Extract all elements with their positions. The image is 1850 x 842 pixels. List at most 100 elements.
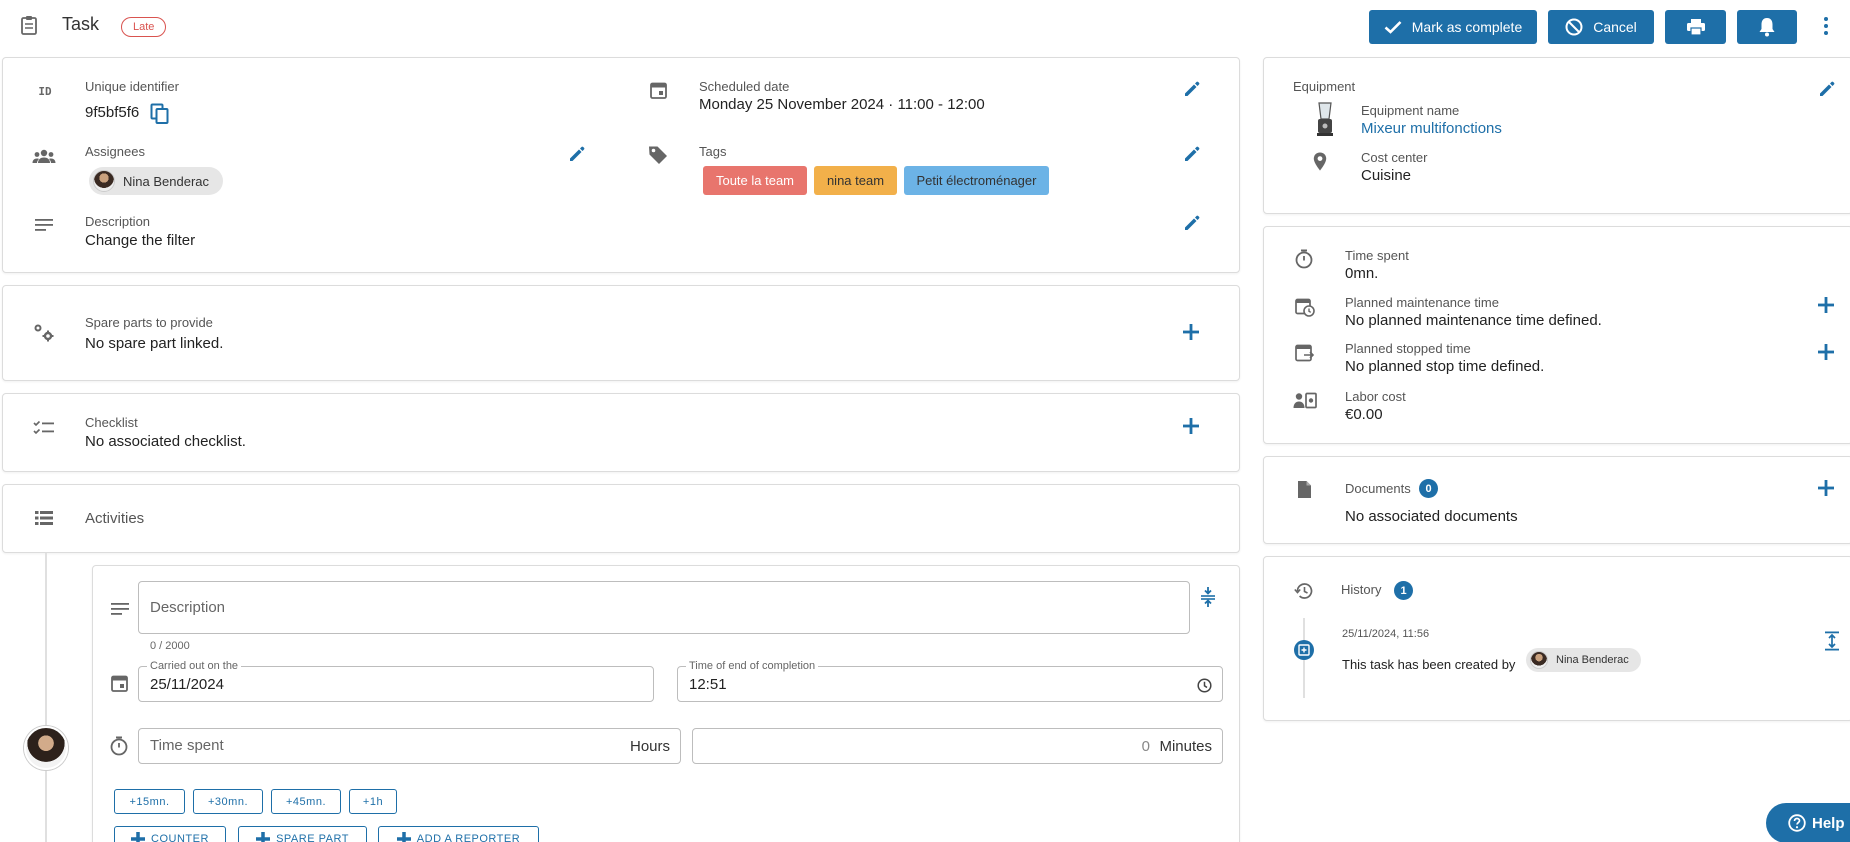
documents-label: Documents <box>1345 481 1411 496</box>
tag-icon <box>647 144 669 166</box>
clock-icon[interactable] <box>1196 677 1212 693</box>
minutes-suffix: Minutes <box>1159 738 1212 755</box>
notifications-button[interactable] <box>1737 10 1797 44</box>
add-spare-part-activity-button[interactable]: SPARE PART <box>238 826 367 842</box>
edit-scheduled-date-button[interactable] <box>1181 78 1203 100</box>
labor-cost-value: €0.00 <box>1345 406 1383 423</box>
edit-assignees-button[interactable] <box>566 143 588 165</box>
add-planned-maintenance-button[interactable] <box>1815 294 1837 316</box>
cancel-button[interactable]: Cancel <box>1548 10 1654 44</box>
history-user-chip[interactable]: Nina Benderac <box>1526 648 1641 672</box>
activity-description-input[interactable]: Description <box>138 581 1190 634</box>
assignee-chip[interactable]: Nina Benderac <box>89 167 223 195</box>
documents-value: No associated documents <box>1345 508 1518 525</box>
add-spare-part-button[interactable] <box>1180 321 1202 343</box>
history-entry-text: This task has been created by <box>1342 657 1516 672</box>
add-document-button[interactable] <box>1815 477 1837 499</box>
spare-parts-card <box>2 285 1240 381</box>
spare-parts-value: No spare part linked. <box>85 335 224 352</box>
avatar <box>24 726 68 770</box>
add-counter-button[interactable]: COUNTER <box>114 826 226 842</box>
add-reporter-button[interactable]: ADD A REPORTER <box>378 826 539 842</box>
end-time-legend: Time of end of completion <box>686 660 819 672</box>
end-time-input[interactable]: Time of end of completion 12:51 <box>677 660 1223 702</box>
labor-cost-icon <box>1292 390 1318 410</box>
unique-id-label: Unique identifier <box>85 79 179 94</box>
cost-center-value: Cuisine <box>1361 167 1412 184</box>
plus-icon <box>396 831 411 842</box>
calendar-icon <box>648 80 668 100</box>
plus-icon <box>131 831 146 842</box>
collapse-icon[interactable] <box>1198 585 1218 609</box>
pencil-icon <box>570 146 585 161</box>
plus-icon <box>256 831 271 842</box>
time-spent-value: 0mn. <box>1345 265 1379 282</box>
page-title: Task <box>62 14 100 34</box>
timer-icon <box>1294 248 1314 270</box>
avatar <box>93 170 115 192</box>
spare-parts-label: Spare parts to provide <box>85 315 213 330</box>
activity-description-placeholder: Description <box>150 599 226 616</box>
planned-stopped-label: Planned stopped time <box>1345 341 1471 356</box>
add-1-hour-button[interactable]: +1h <box>349 789 397 814</box>
time-spent-placeholder: Time spent <box>150 737 224 754</box>
char-count: 0 / 2000 <box>150 640 190 652</box>
list-icon <box>34 510 54 526</box>
help-button[interactable]: Help <box>1766 803 1850 842</box>
pencil-icon <box>1185 146 1200 161</box>
tag-petit-electromenager[interactable]: Petit électroménager <box>904 166 1049 195</box>
planned-maintenance-value: No planned maintenance time defined. <box>1345 312 1602 329</box>
checklist-value: No associated checklist. <box>85 433 246 450</box>
hours-suffix: Hours <box>629 738 670 755</box>
print-button[interactable] <box>1665 10 1726 44</box>
checklist-icon <box>32 418 56 438</box>
help-label: Help <box>1812 814 1845 832</box>
plus-icon <box>1183 418 1199 434</box>
tag-nina-team[interactable]: nina team <box>814 166 897 195</box>
expand-vertical-icon[interactable] <box>1823 630 1841 652</box>
add-checklist-button[interactable] <box>1180 415 1202 437</box>
copy-icon[interactable] <box>148 102 172 126</box>
history-icon <box>1293 580 1315 602</box>
edit-description-button[interactable] <box>1181 212 1203 234</box>
edit-equipment-button[interactable] <box>1816 78 1838 100</box>
calendar-icon <box>109 673 129 693</box>
more-vert-icon[interactable] <box>1816 14 1836 38</box>
time-spent-minutes-input[interactable]: 0 Minutes <box>692 728 1223 764</box>
equipment-name-label: Equipment name <box>1361 103 1460 118</box>
print-icon <box>1686 19 1705 36</box>
calendar-arrow-icon <box>1294 342 1316 364</box>
cost-center-label: Cost center <box>1361 150 1428 165</box>
add-15-minutes-button[interactable]: +15mn. <box>114 789 185 814</box>
activities-label: Activities <box>85 510 145 527</box>
history-entry-time: 25/11/2024, 11:56 <box>1342 628 1430 640</box>
end-time-value: 12:51 <box>689 676 727 693</box>
edit-tags-button[interactable] <box>1181 143 1203 165</box>
minutes-value: 0 <box>1141 738 1150 755</box>
add-planned-stopped-button[interactable] <box>1815 341 1837 363</box>
assignee-name: Nina Benderac <box>123 173 209 189</box>
avatar <box>1530 651 1548 669</box>
planned-stopped-value: No planned stop time defined. <box>1345 358 1545 375</box>
scheduled-date-value: Monday 25 November 2024 · 11:00 - 12:00 <box>699 96 985 113</box>
assignees-label: Assignees <box>85 144 145 159</box>
block-icon <box>1565 18 1583 36</box>
equipment-name-link[interactable]: Mixeur multifonctions <box>1361 120 1502 137</box>
pencil-icon <box>1820 81 1835 96</box>
add-30-minutes-button[interactable]: +30mn. <box>193 789 263 814</box>
timeline-line <box>45 553 47 842</box>
time-spent-label: Time spent <box>1345 248 1409 263</box>
history-entry-marker <box>1294 640 1314 660</box>
time-spent-hours-input[interactable]: Time spent Hours <box>138 728 681 764</box>
mark-complete-label: Mark as complete <box>1411 19 1523 35</box>
mark-complete-button[interactable]: Mark as complete <box>1369 10 1537 44</box>
timer-icon <box>109 735 129 757</box>
pencil-icon <box>1185 81 1200 96</box>
carried-out-date-input[interactable]: Carried out on the 25/11/2024 <box>138 660 654 702</box>
notes-icon <box>110 601 130 617</box>
notes-icon <box>34 217 54 233</box>
add-45-minutes-button[interactable]: +45mn. <box>271 789 341 814</box>
document-icon <box>1294 478 1314 500</box>
tag-toute-la-team[interactable]: Toute la team <box>703 166 807 195</box>
calendar-clock-icon <box>1294 296 1316 318</box>
